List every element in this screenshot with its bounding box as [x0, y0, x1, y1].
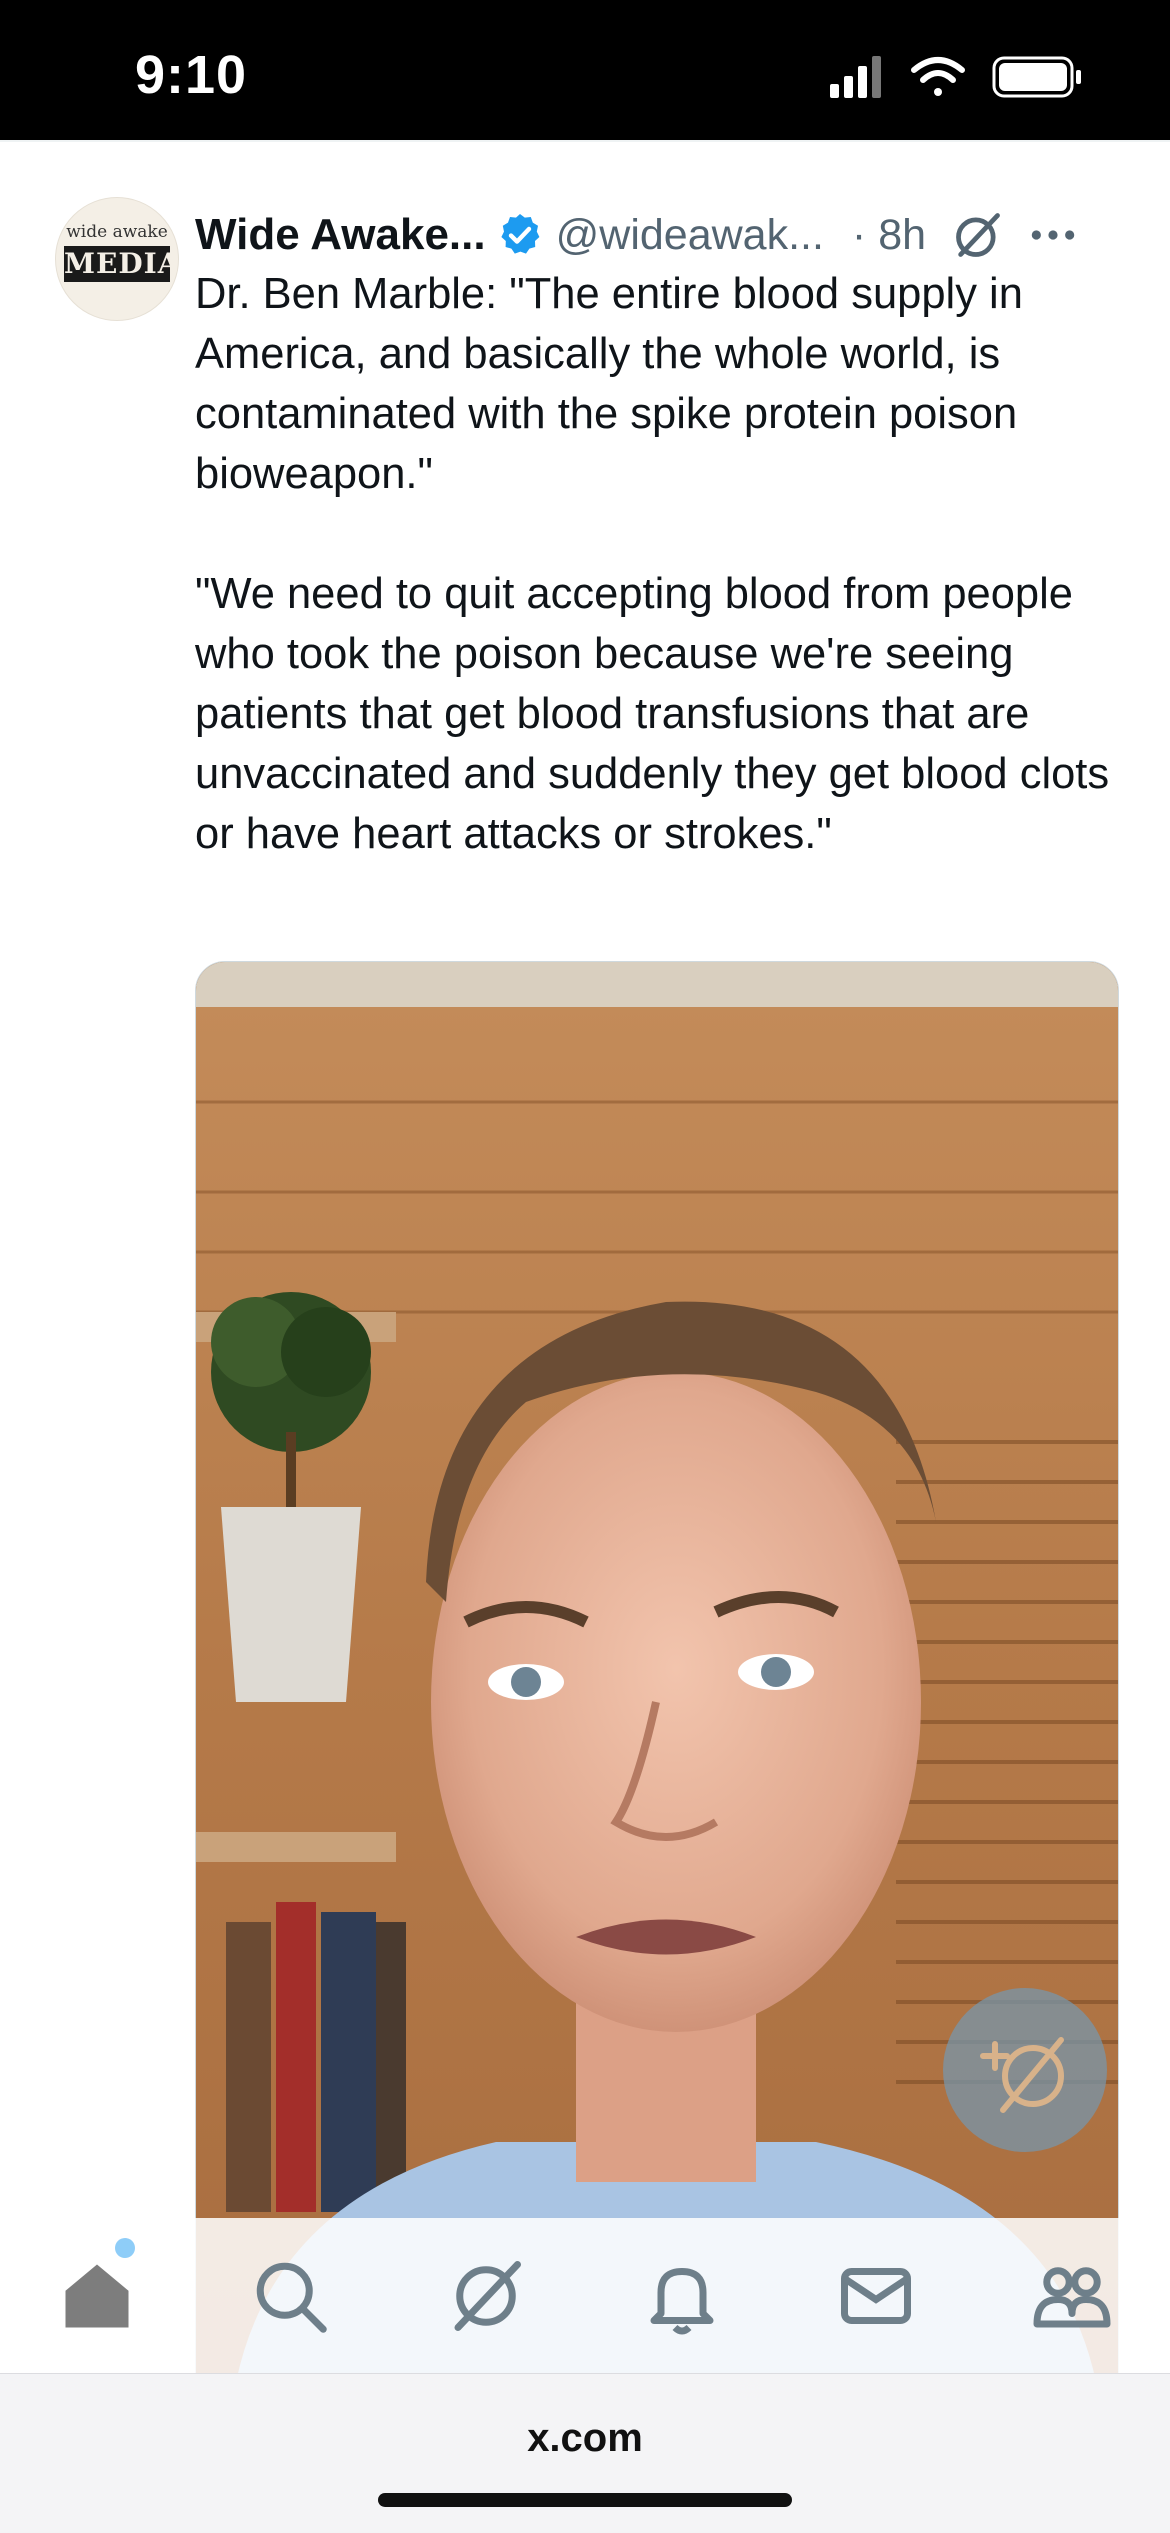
tweet-paragraph: Dr. Ben Marble: "The entire blood supply…: [195, 270, 1023, 498]
home-icon[interactable]: [55, 2254, 139, 2338]
more-icon[interactable]: [1028, 210, 1078, 260]
avatar[interactable]: wide awake MEDIA: [55, 197, 179, 321]
home-indicator: [378, 2493, 792, 2507]
grok-compose-button[interactable]: [943, 1988, 1107, 2152]
url-text[interactable]: x.com: [0, 2416, 1170, 2461]
tweet-text: Dr. Ben Marble: "The entire blood supply…: [195, 264, 1125, 864]
avatar-text-main: MEDIA: [64, 246, 179, 282]
tweet-time[interactable]: · 8h: [852, 211, 926, 260]
video-frame: [196, 962, 1118, 2382]
avatar-text-top: wide awake: [66, 222, 168, 242]
browser-url-bar[interactable]: x.com: [0, 2373, 1170, 2533]
battery-icon: [992, 56, 1081, 98]
tweet-video[interactable]: [195, 961, 1119, 2383]
grok-icon[interactable]: [952, 209, 1004, 261]
home-unread-dot: [115, 2238, 135, 2258]
communities-icon[interactable]: [1030, 2254, 1114, 2338]
grok-compose-icon: [980, 2037, 1064, 2113]
status-bar: 9:10: [0, 0, 1170, 140]
cellular-signal-icon: [830, 56, 881, 98]
messages-icon[interactable]: [834, 2254, 918, 2338]
display-name[interactable]: Wide Awake...: [195, 210, 486, 260]
search-icon[interactable]: [248, 2254, 332, 2338]
handle[interactable]: @wideawak...: [556, 211, 824, 260]
status-icons: [830, 56, 1081, 98]
divider: [0, 140, 1170, 142]
notifications-icon[interactable]: [640, 2254, 724, 2338]
tweet-paragraph: "We need to quit accepting blood from pe…: [195, 570, 1110, 858]
grok-icon[interactable]: [444, 2254, 528, 2338]
status-time: 9:10: [135, 45, 248, 105]
verified-badge-icon: [501, 214, 540, 254]
tweet-header: Wide Awake... @wideawak... · 8h: [195, 200, 1125, 270]
wifi-icon: [911, 57, 965, 96]
bottom-tab-bar: [0, 2218, 1170, 2373]
